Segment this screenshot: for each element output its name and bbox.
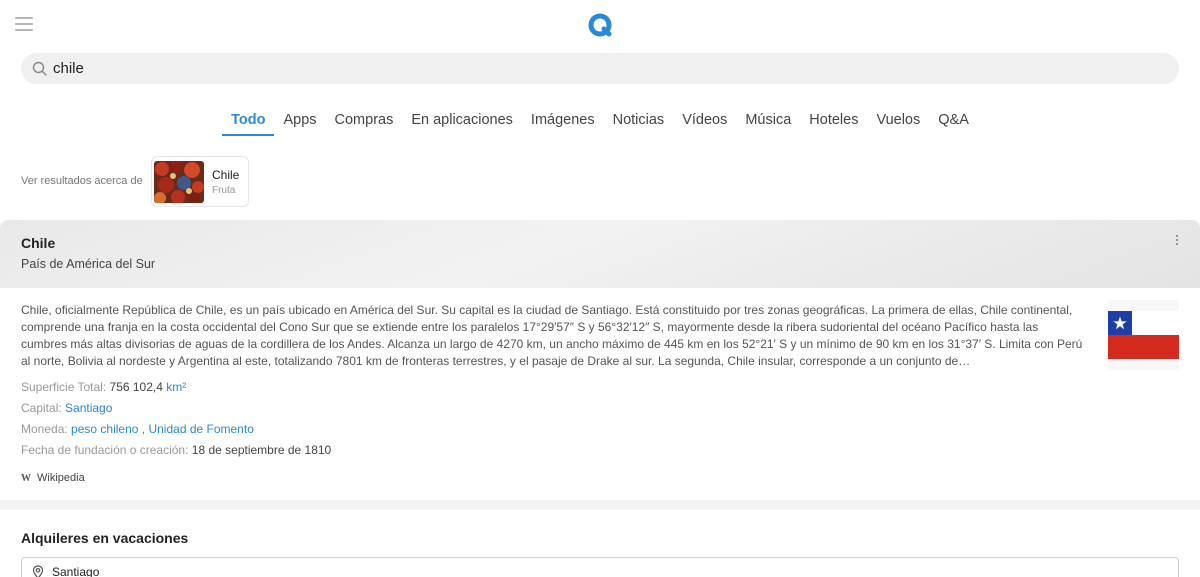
source-label: Wikipedia <box>37 472 85 484</box>
source-link[interactable]: W Wikipedia <box>21 472 85 484</box>
menu-icon[interactable] <box>15 17 33 33</box>
tab-vuelos[interactable]: Vuelos <box>867 112 929 136</box>
tab-todo[interactable]: Todo <box>222 112 275 136</box>
fact-currency: Moneda: peso chileno , Unidad de Fomento <box>21 422 254 436</box>
search-icon[interactable] <box>31 60 49 78</box>
fact-capital-link[interactable]: Santiago <box>65 401 112 415</box>
location-field[interactable]: Santiago <box>21 557 1179 577</box>
fact-currency-label: Moneda: <box>21 422 68 436</box>
entity-card-chile-fruit[interactable]: Chile Fruta <box>151 156 249 207</box>
chili-peppers-thumbnail <box>154 160 204 203</box>
section-divider <box>0 500 1200 510</box>
location-pin-icon <box>32 565 44 577</box>
search-tabs: Todo Apps Compras En aplicaciones Imágen… <box>0 112 1200 136</box>
fact-area: Superficie Total: 756 102,4 km² <box>21 380 186 394</box>
fact-capital: Capital: Santiago <box>21 401 112 415</box>
tab-imagenes[interactable]: Imágenes <box>522 112 604 136</box>
tab-qa[interactable]: Q&A <box>929 112 978 136</box>
more-vertical-icon[interactable] <box>1174 235 1180 249</box>
tab-en-aplicaciones[interactable]: En aplicaciones <box>402 112 522 136</box>
tab-noticias[interactable]: Noticias <box>604 112 674 136</box>
tab-videos[interactable]: Vídeos <box>673 112 736 136</box>
search-input[interactable] <box>53 60 1053 77</box>
search-bar <box>21 53 1179 84</box>
knowledge-panel-body: Chile, oficialmente República de Chile, … <box>0 288 1200 500</box>
location-value: Santiago <box>52 565 100 577</box>
tab-apps[interactable]: Apps <box>274 112 325 136</box>
knowledge-panel-header: Chile País de América del Sur <box>0 220 1200 288</box>
fact-area-label: Superficie Total: <box>21 380 107 394</box>
knowledge-panel-subtitle: País de América del Sur <box>21 257 156 271</box>
wikipedia-icon: W <box>21 472 31 484</box>
tab-musica[interactable]: Música <box>736 112 800 136</box>
tab-compras[interactable]: Compras <box>326 112 403 136</box>
logo[interactable] <box>587 12 613 38</box>
knowledge-panel-title: Chile <box>21 235 56 251</box>
fact-founding-value: 18 de septiembre de 1810 <box>191 443 332 457</box>
tab-hoteles[interactable]: Hoteles <box>800 112 867 136</box>
rentals-title: Alquileres en vacaciones <box>21 530 189 546</box>
flag-container <box>1108 300 1179 370</box>
fact-area-value: 756 102,4 <box>109 380 163 394</box>
knowledge-panel-description: Chile, oficialmente República de Chile, … <box>21 303 1083 368</box>
entity-name: Chile <box>212 167 240 182</box>
entity-type: Fruta <box>212 184 236 196</box>
fact-area-unit-link[interactable]: km² <box>166 380 186 394</box>
fact-founding-label: Fecha de fundación o creación: <box>21 443 189 457</box>
chile-flag-icon <box>1108 311 1179 359</box>
fact-founding: Fecha de fundación o creación: 18 de sep… <box>21 443 331 457</box>
fact-currency-separator: , <box>141 422 146 436</box>
disambiguation-prompt: Ver resultados acerca de <box>21 175 143 187</box>
fact-capital-label: Capital: <box>21 401 62 415</box>
fact-currency-link-1[interactable]: peso chileno <box>71 422 138 436</box>
fact-currency-link-2[interactable]: Unidad de Fomento <box>148 422 253 436</box>
